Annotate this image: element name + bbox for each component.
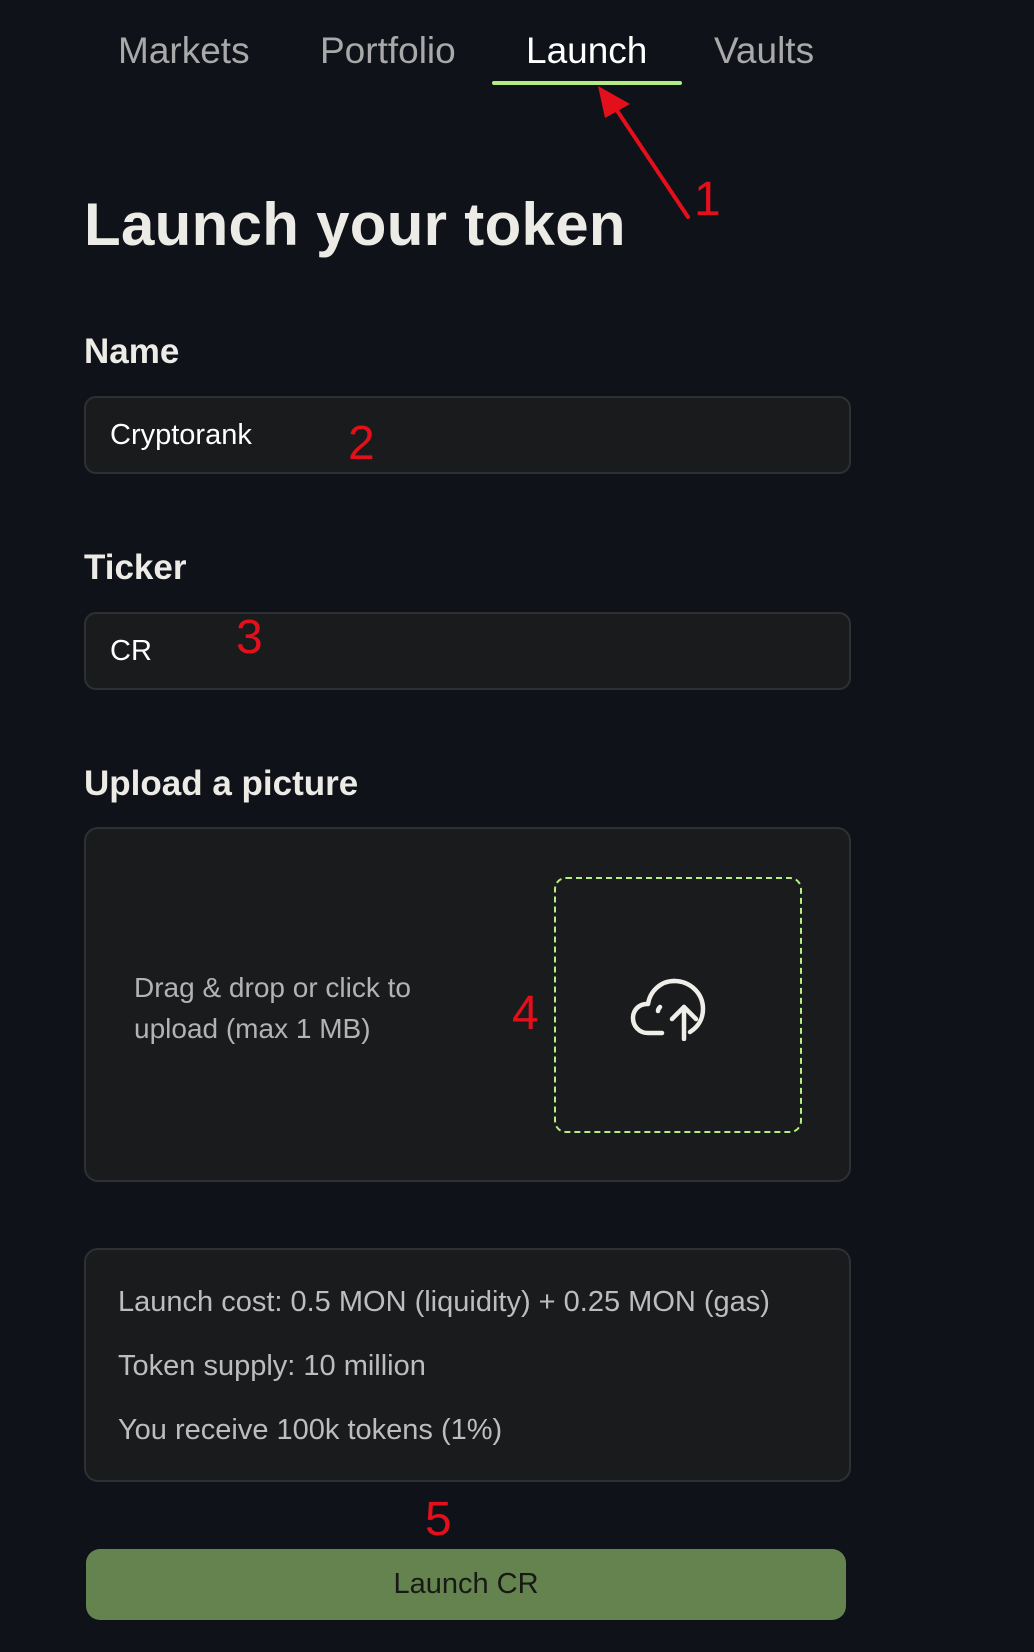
cloud-upload-icon <box>630 978 706 1041</box>
drop-zone[interactable] <box>554 877 802 1133</box>
token-supply-text: Token supply: 10 million <box>118 1350 426 1382</box>
name-input[interactable] <box>84 396 851 474</box>
tab-portfolio[interactable]: Portfolio <box>320 28 456 74</box>
launch-button[interactable]: Launch CR <box>86 1549 846 1620</box>
annotation-number-3: 3 <box>236 611 263 664</box>
annotation-number-4: 4 <box>512 987 539 1040</box>
annotation-number-1: 1 <box>694 173 721 226</box>
upload-hint: Drag & drop or click to upload (max 1 MB… <box>134 972 411 1044</box>
active-tab-indicator <box>492 81 682 85</box>
ticker-input[interactable] <box>84 612 851 690</box>
upload-area[interactable]: Drag & drop or click to upload (max 1 MB… <box>84 827 851 1182</box>
name-label: Name <box>84 332 180 371</box>
tab-launch[interactable]: Launch <box>526 28 647 74</box>
tab-markets[interactable]: Markets <box>118 28 250 74</box>
tab-vaults[interactable]: Vaults <box>714 28 814 74</box>
receive-tokens-text: You receive 100k tokens (1%) <box>118 1414 503 1446</box>
ticker-label: Ticker <box>84 548 187 587</box>
launch-info-box: Launch cost: 0.5 MON (liquidity) + 0.25 … <box>84 1248 851 1482</box>
page-title: Launch your token <box>84 191 626 258</box>
upload-label: Upload a picture <box>84 764 359 803</box>
launch-cost-text: Launch cost: 0.5 MON (liquidity) + 0.25 … <box>118 1286 770 1318</box>
annotation-number-2: 2 <box>348 417 375 470</box>
annotation-number-5: 5 <box>425 1493 452 1546</box>
